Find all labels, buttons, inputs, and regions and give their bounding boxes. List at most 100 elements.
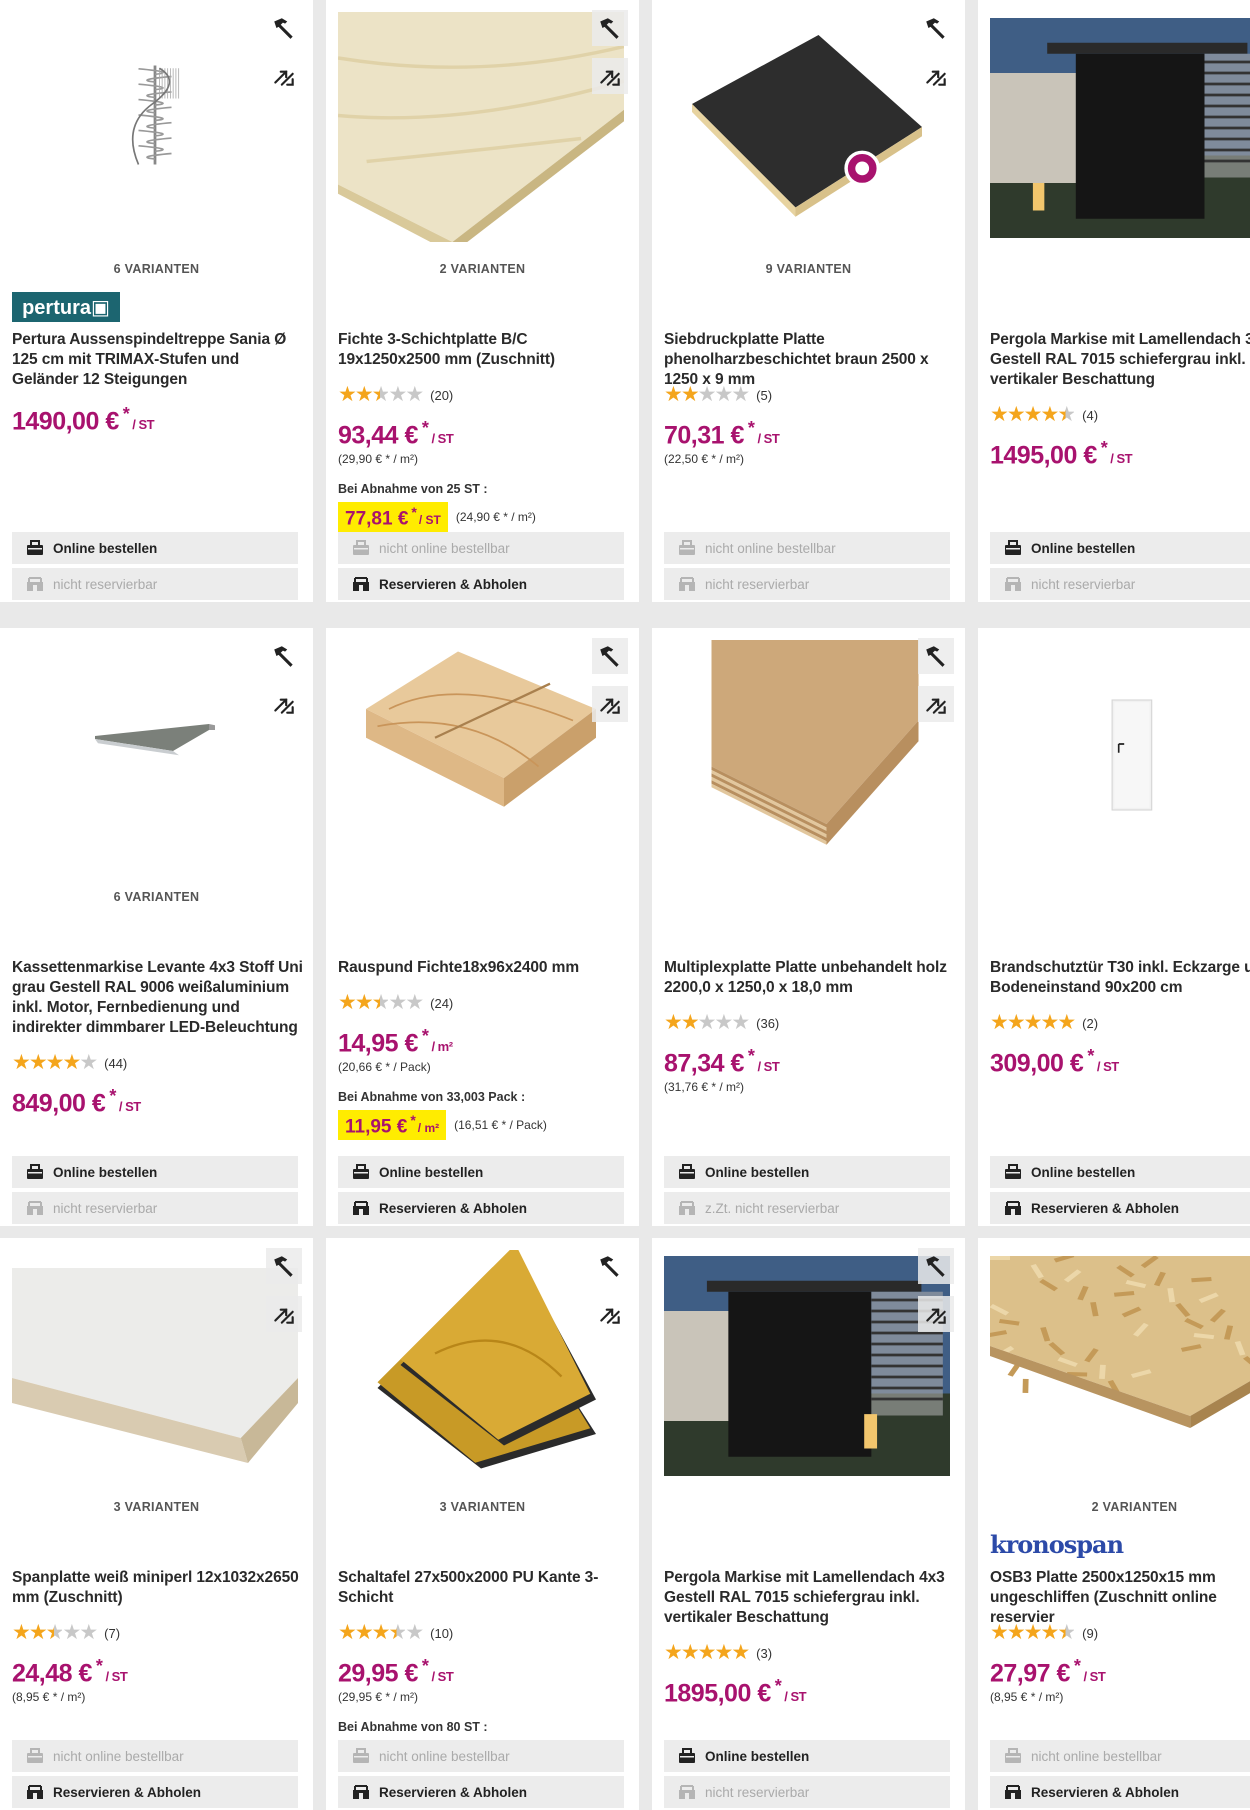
- product-title[interactable]: Rauspund Fichte18x96x2400 mm: [338, 958, 630, 978]
- online-order-button[interactable]: Online bestellen: [664, 1740, 950, 1772]
- reserve-pickup-button[interactable]: Reservieren & Abholen: [12, 1776, 298, 1808]
- compare-icon[interactable]: [918, 686, 954, 722]
- online-order-button[interactable]: nicht online bestellbar: [664, 532, 950, 564]
- product-card[interactable]: 6 VARIANTEN Kassettenmarkise Levante 4x3 …: [0, 628, 313, 1226]
- product-image[interactable]: [338, 12, 624, 242]
- compare-icon[interactable]: [266, 58, 302, 94]
- reserve-pickup-button[interactable]: Reservieren & Abholen: [338, 568, 624, 600]
- diy-tool-icon[interactable]: [266, 638, 302, 674]
- product-price: 1490,00 € */ ST: [12, 404, 155, 436]
- variants-count[interactable]: 9 VARIANTEN: [652, 262, 965, 276]
- diy-tool-icon[interactable]: [918, 10, 954, 46]
- product-card[interactable]: Rauspund Fichte18x96x2400 mm ★ ★ ★ ★ ★ (24) 14,…: [326, 628, 639, 1226]
- online-order-button[interactable]: Online bestellen: [990, 532, 1250, 564]
- product-card[interactable]: Brandschutztür T30 inkl. Eckzarge und Bo…: [978, 628, 1250, 1226]
- product-image[interactable]: [12, 1268, 298, 1468]
- product-title[interactable]: OSB3 Platte 2500x1250x15 mm ungeschliffe…: [990, 1568, 1250, 1628]
- star-icon: ★: [1057, 1621, 1076, 1644]
- product-card[interactable]: 3 VARIANTEN Spanplatte weiß miniperl 12x1…: [0, 1238, 313, 1810]
- product-title[interactable]: Siebdruckplatte Platte phenolharzbeschic…: [664, 330, 956, 390]
- compare-icon[interactable]: [592, 686, 628, 722]
- reserve-pickup-button[interactable]: Reservieren & Abholen: [338, 1192, 624, 1224]
- reserve-pickup-button[interactable]: Reservieren & Abholen: [990, 1192, 1250, 1224]
- product-rating[interactable]: ★ ★ ★ ★ ★ (2): [990, 1012, 1098, 1034]
- product-card[interactable]: 3 VARIANTEN Schaltafel 27x500x2000 PU Kan…: [326, 1238, 639, 1810]
- product-title[interactable]: Pergola Markise mit Lamellendach 4x3 Ges…: [664, 1568, 956, 1628]
- product-image[interactable]: [990, 1256, 1250, 1456]
- diy-tool-icon[interactable]: [266, 10, 302, 46]
- reserve-pickup-button[interactable]: nicht reservierbar: [12, 1192, 298, 1224]
- product-rating[interactable]: ★ ★ ★ ★ ★ (10): [338, 1622, 453, 1644]
- diy-tool-icon[interactable]: [918, 1248, 954, 1284]
- diy-tool-icon[interactable]: [918, 638, 954, 674]
- product-image[interactable]: [100, 10, 210, 220]
- diy-tool-icon[interactable]: [266, 1248, 302, 1284]
- compare-icon[interactable]: [266, 1296, 302, 1332]
- online-order-button[interactable]: Online bestellen: [664, 1156, 950, 1188]
- diy-tool-icon[interactable]: [592, 1248, 628, 1284]
- online-order-button[interactable]: Online bestellen: [338, 1156, 624, 1188]
- product-card[interactable]: 6 VARIANTEN pertura▣ Pertura Aussenspindel…: [0, 0, 313, 602]
- product-card[interactable]: 2 VARIANTEN kronospan OSB3 Platte 2500x125…: [978, 1238, 1250, 1810]
- product-image[interactable]: [680, 640, 950, 870]
- product-title[interactable]: Kassettenmarkise Levante 4x3 Stoff Uni g…: [12, 958, 304, 1038]
- product-title[interactable]: Pergola Markise mit Lamellendach 3x3 Ges…: [990, 330, 1250, 390]
- price-value: 70,31 €: [664, 421, 744, 450]
- product-title[interactable]: Brandschutztür T30 inkl. Eckzarge und Bo…: [990, 958, 1250, 998]
- reserve-pickup-button[interactable]: nicht reservierbar: [990, 568, 1250, 600]
- product-image[interactable]: [338, 1250, 624, 1480]
- product-title[interactable]: Schaltafel 27x500x2000 PU Kante 3-Schich…: [338, 1568, 630, 1608]
- variants-count[interactable]: 6 VARIANTEN: [0, 262, 313, 276]
- product-title[interactable]: Fichte 3-Schichtplatte B/C 19x1250x2500 …: [338, 330, 630, 370]
- variants-count[interactable]: 6 VARIANTEN: [0, 890, 313, 904]
- product-image[interactable]: [990, 18, 1250, 238]
- product-rating[interactable]: ★ ★ ★ ★ ★ (5): [664, 384, 772, 406]
- online-order-button[interactable]: Online bestellen: [12, 1156, 298, 1188]
- product-image[interactable]: [664, 12, 950, 242]
- diy-tool-icon[interactable]: [592, 10, 628, 46]
- reserve-pickup-button[interactable]: nicht reservierbar: [664, 568, 950, 600]
- product-card[interactable]: 2 VARIANTEN Fichte 3-Schichtplatte B/C 19…: [326, 0, 639, 602]
- reserve-pickup-button[interactable]: Reservieren & Abholen: [338, 1776, 624, 1808]
- product-rating[interactable]: ★ ★ ★ ★ ★ (9): [990, 1622, 1098, 1644]
- compare-icon[interactable]: [918, 1296, 954, 1332]
- online-order-button[interactable]: Online bestellen: [990, 1156, 1250, 1188]
- variants-count[interactable]: 3 VARIANTEN: [326, 1500, 639, 1514]
- reserve-pickup-button[interactable]: nicht reservierbar: [664, 1776, 950, 1808]
- product-card[interactable]: 9 VARIANTEN Siebdruckplatte Platte phenol…: [652, 0, 965, 602]
- product-rating[interactable]: ★ ★ ★ ★ ★ (36): [664, 1012, 779, 1034]
- product-title[interactable]: Pertura Aussenspindeltreppe Sania Ø 125 …: [12, 330, 304, 390]
- product-image[interactable]: [1078, 640, 1188, 870]
- product-title[interactable]: Spanplatte weiß miniperl 12x1032x2650 mm…: [12, 1568, 304, 1608]
- compare-icon[interactable]: [918, 58, 954, 94]
- product-card[interactable]: Multiplexplatte Platte unbehandelt holz …: [652, 628, 965, 1226]
- product-rating[interactable]: ★ ★ ★ ★ ★ (24): [338, 992, 453, 1014]
- product-rating[interactable]: ★ ★ ★ ★ ★ (44): [12, 1052, 127, 1074]
- reserve-pickup-button[interactable]: Reservieren & Abholen: [990, 1776, 1250, 1808]
- compare-icon[interactable]: [592, 1296, 628, 1332]
- online-order-button[interactable]: nicht online bestellbar: [338, 1740, 624, 1772]
- product-card[interactable]: Pergola Markise mit Lamellendach 3x3 Ges…: [978, 0, 1250, 602]
- product-image[interactable]: [12, 688, 298, 808]
- product-title[interactable]: Multiplexplatte Platte unbehandelt holz …: [664, 958, 956, 998]
- reserve-pickup-button[interactable]: nicht reservierbar: [12, 568, 298, 600]
- star-icon: ★: [28, 1621, 48, 1644]
- product-image[interactable]: [664, 1256, 950, 1476]
- reserve-pickup-button[interactable]: z.Zt. nicht reservierbar: [664, 1192, 950, 1224]
- variants-count[interactable]: 3 VARIANTEN: [0, 1500, 313, 1514]
- compare-icon[interactable]: [266, 686, 302, 722]
- product-card[interactable]: Pergola Markise mit Lamellendach 4x3 Ges…: [652, 1238, 965, 1810]
- product-image[interactable]: [338, 640, 624, 870]
- online-order-button[interactable]: Online bestellen: [12, 532, 298, 564]
- product-rating[interactable]: ★ ★ ★ ★ ★ (3): [664, 1642, 772, 1664]
- product-rating[interactable]: ★ ★ ★ ★ ★ (4): [990, 404, 1098, 426]
- compare-icon[interactable]: [592, 58, 628, 94]
- online-order-button[interactable]: nicht online bestellbar: [338, 532, 624, 564]
- online-order-button[interactable]: nicht online bestellbar: [990, 1740, 1250, 1772]
- online-order-button[interactable]: nicht online bestellbar: [12, 1740, 298, 1772]
- product-rating[interactable]: ★ ★ ★ ★ ★ (7): [12, 1622, 120, 1644]
- variants-count[interactable]: 2 VARIANTEN: [978, 1500, 1250, 1514]
- product-rating[interactable]: ★ ★ ★ ★ ★ (20): [338, 384, 453, 406]
- diy-tool-icon[interactable]: [592, 638, 628, 674]
- variants-count[interactable]: 2 VARIANTEN: [326, 262, 639, 276]
